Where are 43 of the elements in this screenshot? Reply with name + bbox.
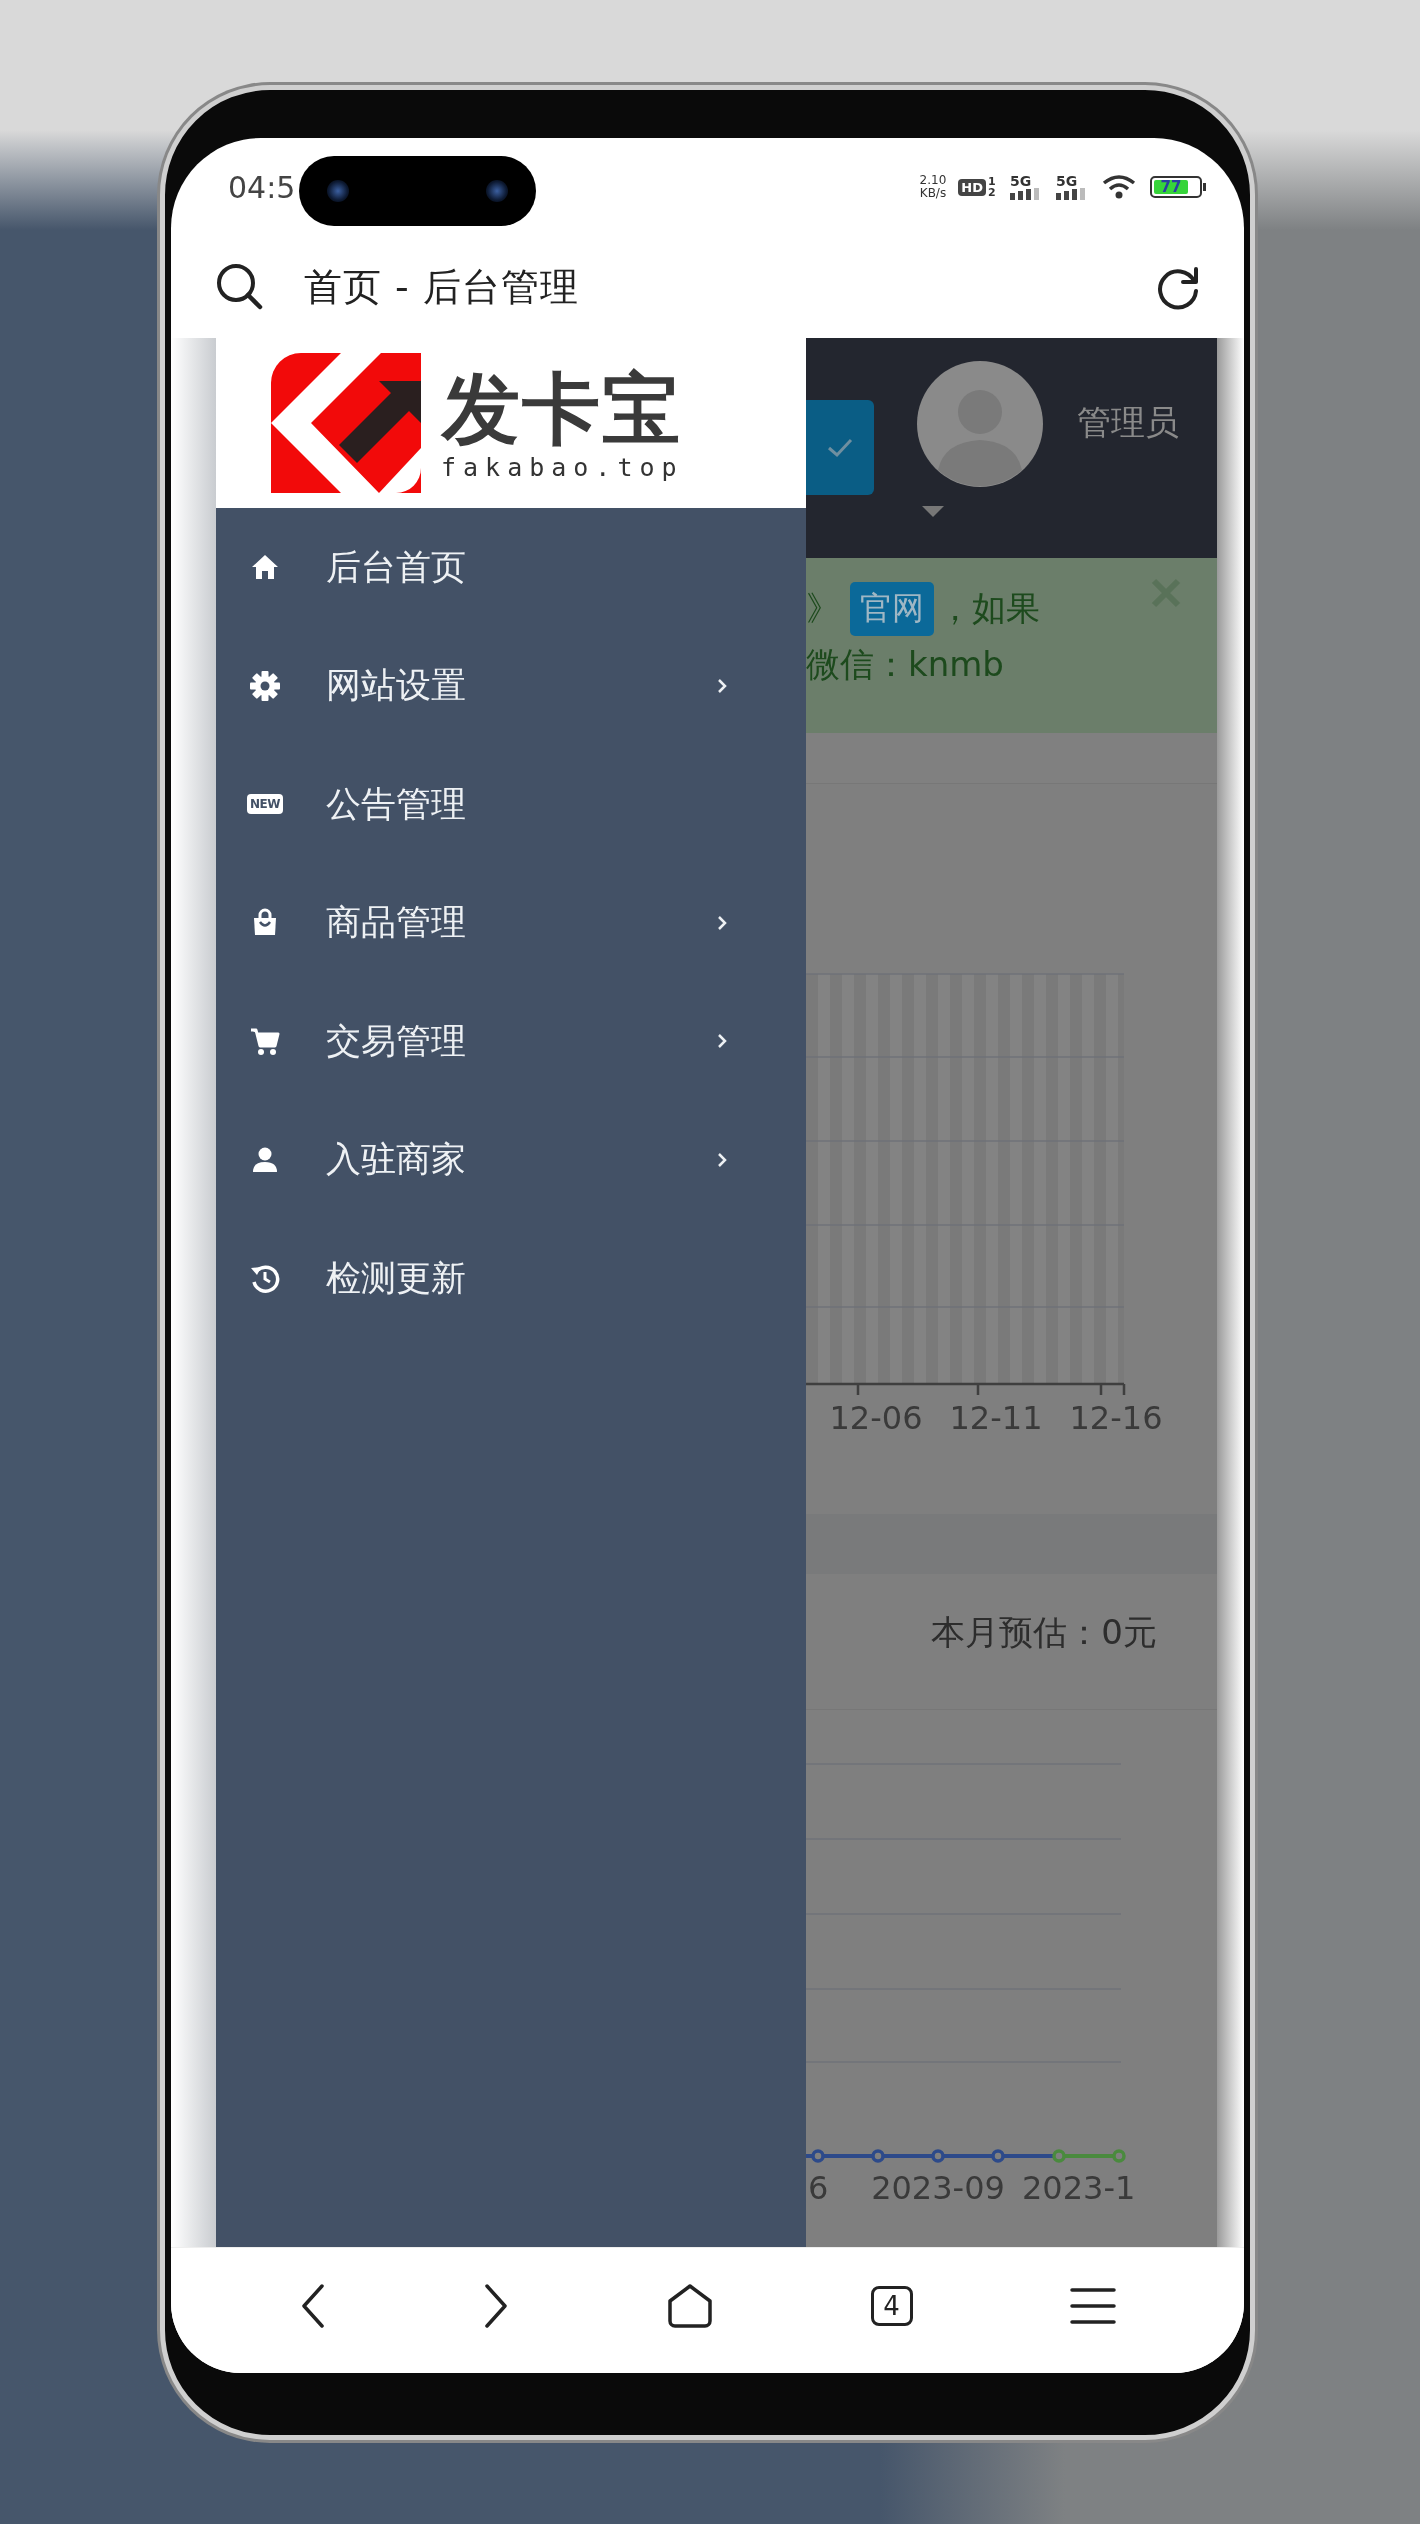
axis-label: 2023-1 — [1022, 2169, 1136, 2207]
wifi-icon — [1102, 174, 1136, 200]
axis-label: 12-16 — [1069, 1399, 1163, 1437]
menu-item[interactable]: 后台首页 — [216, 508, 806, 627]
new-icon: NEW — [247, 794, 283, 815]
menu-item[interactable]: 网站设置 — [216, 626, 806, 745]
signal-icon — [1056, 188, 1086, 200]
network-type: 5G — [1010, 174, 1033, 188]
avatar-icon — [916, 360, 1044, 488]
notice-text: ，如果 — [938, 587, 1040, 630]
menu-item[interactable]: 交易管理 — [216, 982, 806, 1101]
menu-item[interactable]: NEW 公告管理 — [216, 745, 806, 864]
menu-item[interactable]: 商品管理 — [216, 863, 806, 982]
menu-item[interactable]: 检测更新 — [216, 1219, 806, 1338]
signal-icon — [1010, 188, 1040, 200]
logo-icon — [271, 353, 421, 493]
logo-wordmark: 发卡宝 — [442, 364, 683, 453]
menu-item[interactable]: 入驻商家 — [216, 1100, 806, 1219]
monthly-estimate: 本月预估：0元 — [931, 1611, 1157, 1654]
settings-icon — [249, 669, 281, 702]
caret-icon — [922, 506, 944, 518]
history-icon — [249, 1262, 281, 1295]
notice-text: 》 — [806, 587, 840, 630]
axis-label: 2023-09 — [871, 2169, 1005, 2207]
logo-domain: fakabao.top — [441, 452, 684, 482]
axis-label: 6 — [808, 2169, 829, 2207]
forward-icon[interactable] — [482, 2282, 509, 2329]
clock-time: 04:5 — [228, 169, 296, 205]
axis-label: 12-06 — [829, 1399, 923, 1437]
back-icon[interactable] — [299, 2282, 326, 2329]
sim-number: 1 2 — [988, 176, 997, 198]
network-speed: 2.10 — [919, 174, 947, 187]
notice-text: 微信：knmb — [806, 643, 1005, 686]
user-name[interactable]: 管理员 — [1077, 400, 1179, 446]
check-icon — [826, 436, 854, 459]
tabs-button[interactable]: 4 — [870, 2285, 913, 2326]
axis-label: 12-11 — [949, 1399, 1043, 1437]
hd-voice-icon: HD — [958, 178, 986, 196]
speed-unit: KB/s — [919, 187, 947, 200]
page-title: 首页 - 后台管理 — [304, 263, 580, 311]
home-icon[interactable] — [665, 2282, 714, 2329]
network-type: 5G — [1056, 174, 1079, 188]
menu-icon[interactable] — [1069, 2285, 1116, 2326]
